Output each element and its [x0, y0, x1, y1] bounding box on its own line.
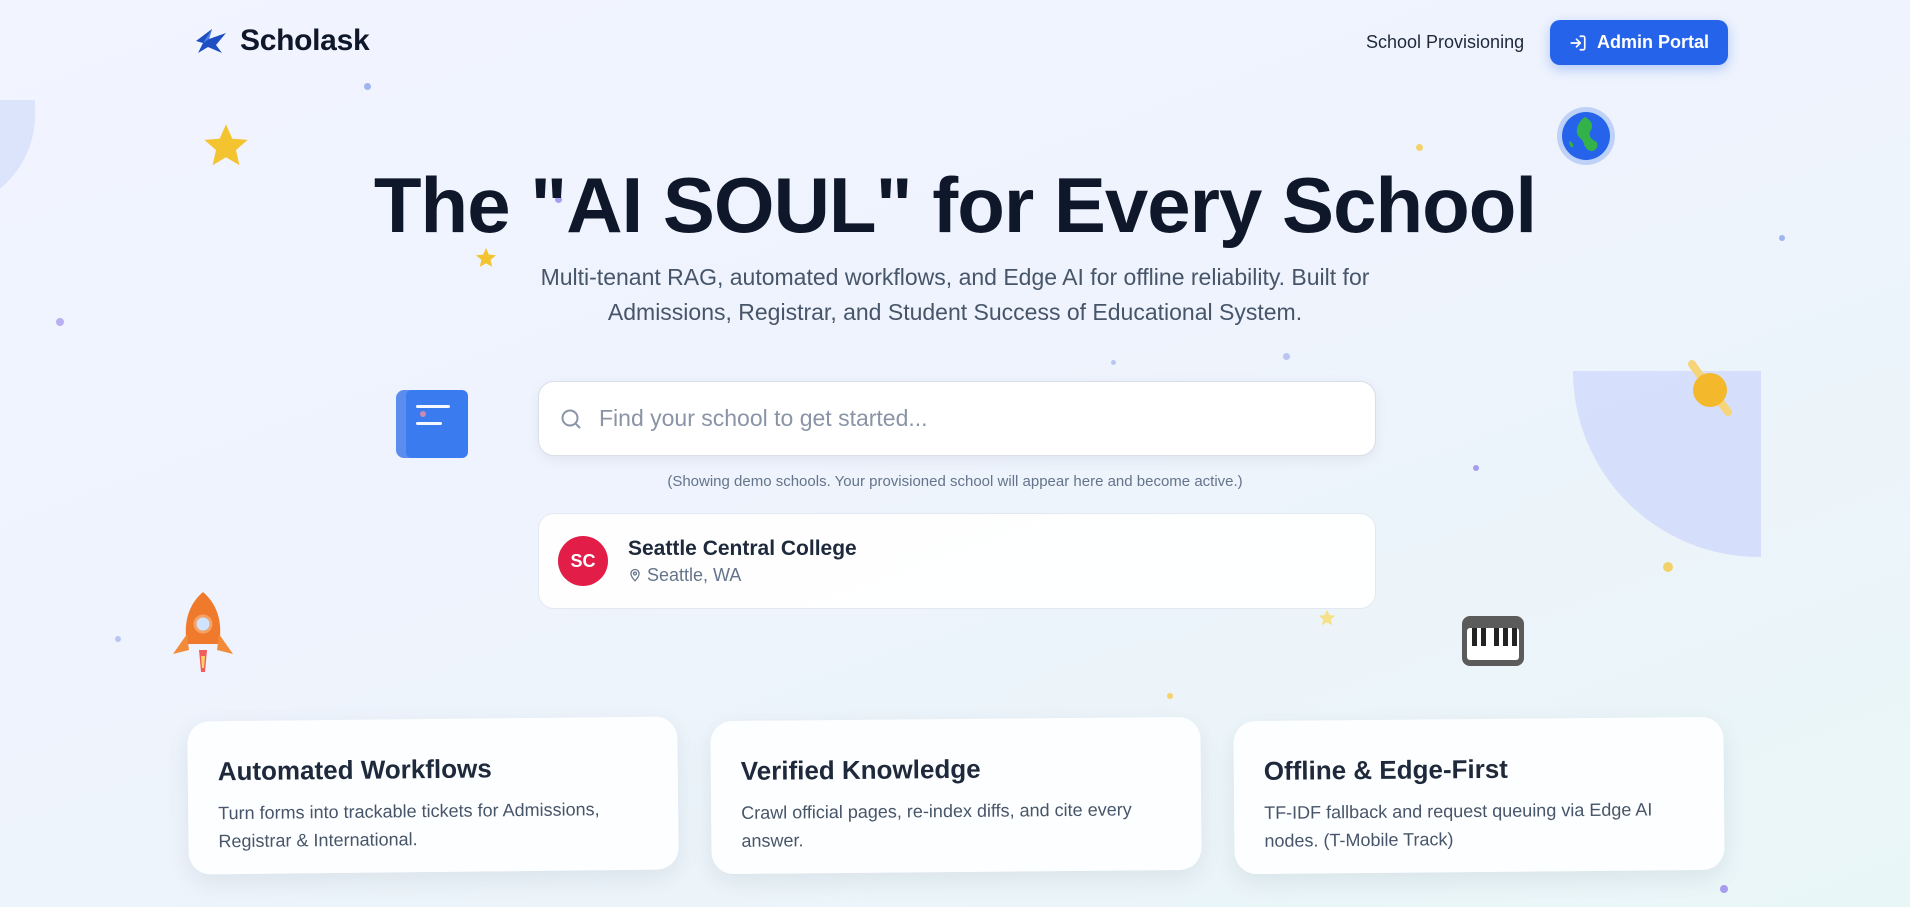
nav-school-provisioning[interactable]: School Provisioning [1366, 32, 1524, 53]
demo-note: (Showing demo schools. Your provisioned … [667, 473, 1243, 490]
hero-subtitle: Multi-tenant RAG, automated workflows, a… [540, 264, 1370, 325]
feature-card-offline: Offline & Edge-First TF-IDF fallback and… [1233, 716, 1725, 875]
brand-name: Scholask [240, 24, 370, 57]
decor-dot [1473, 465, 1479, 471]
decor-dot [364, 83, 371, 90]
decor-dot [1416, 144, 1423, 151]
search-icon [561, 409, 581, 428]
login-icon [1570, 34, 1586, 51]
decor-dot [115, 636, 121, 642]
school-search-input[interactable] [597, 404, 1361, 433]
school-result-item[interactable]: SC Seattle Central College Seattle, WA [538, 513, 1376, 609]
feature-title: Automated Workflows [217, 753, 492, 787]
feature-description: TF-IDF fallback and request queuing via … [1264, 799, 1653, 851]
piano-icon [1462, 616, 1524, 666]
admin-portal-button[interactable]: Admin Portal [1550, 20, 1728, 65]
admin-portal-label: Admin Portal [1596, 32, 1709, 52]
feature-card-knowledge: Verified Knowledge Crawl official pages,… [710, 716, 1202, 875]
decor-dot [56, 318, 64, 326]
school-avatar: SC [558, 536, 608, 586]
book-icon [396, 390, 468, 458]
decor-dot [1167, 693, 1173, 699]
feature-description: Crawl official pages, re-index diffs, an… [741, 799, 1132, 851]
school-name: Seattle Central College [628, 536, 857, 560]
brand-logo-icon [196, 29, 226, 53]
feature-card-workflows: Automated Workflows Turn forms into trac… [187, 716, 679, 875]
globe-icon [1557, 107, 1615, 165]
brand-logo[interactable]: Scholask [194, 24, 370, 58]
star-icon [1318, 609, 1336, 626]
decor-dot [1720, 885, 1728, 893]
decor-dot [1283, 353, 1290, 360]
feature-title: Offline & Edge-First [1263, 753, 1509, 786]
feature-title: Verified Knowledge [740, 753, 981, 786]
decor-dot [1111, 360, 1116, 365]
map-pin-icon [630, 568, 640, 582]
hero-title: The "AI SOUL" for Every School [373, 161, 1537, 249]
planet-icon [1688, 360, 1732, 416]
feature-description: Turn forms into trackable tickets for Ad… [218, 799, 600, 852]
school-search-box[interactable] [538, 381, 1376, 456]
decor-dot [1663, 562, 1673, 572]
rocket-icon [173, 592, 233, 672]
school-location: Seattle, WA [647, 564, 742, 585]
